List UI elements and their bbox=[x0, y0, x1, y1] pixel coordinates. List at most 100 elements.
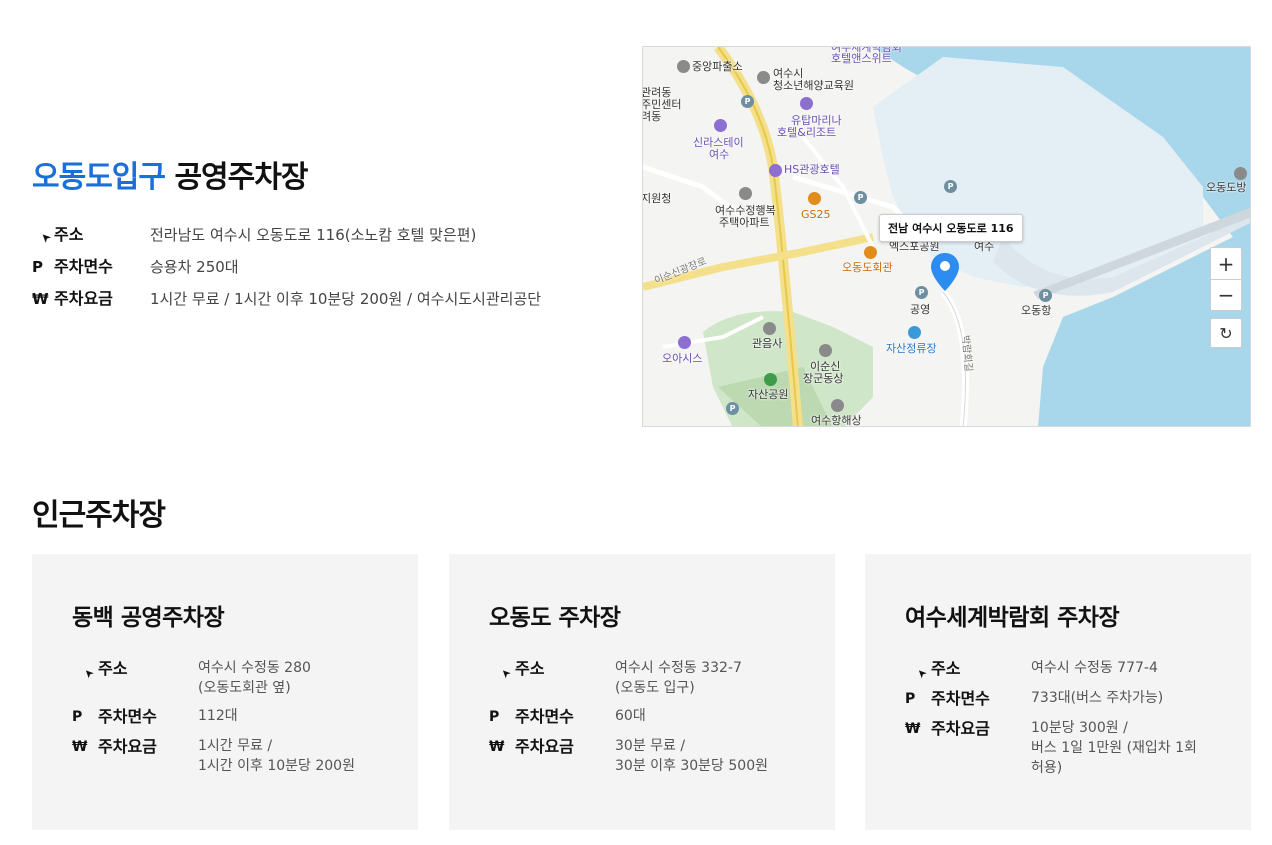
card-title: 여수세계박람회 주차장 bbox=[905, 605, 1120, 631]
info-value: 1시간 무료 / 1시간 이후 10분당 200원 / 여수시도시관리공단 bbox=[150, 290, 542, 308]
building-icon bbox=[757, 71, 770, 84]
info-row-capacity: P 주차면수 승용차 250대 bbox=[32, 256, 541, 288]
page-title-rest: 공영주차장 bbox=[174, 160, 308, 195]
card-label: 주차면수 bbox=[931, 689, 990, 708]
navigation-arrow-icon: ➤ bbox=[37, 229, 55, 247]
card-label: 주차면수 bbox=[515, 707, 574, 726]
card-row-capacity: P 주차면수 112대 bbox=[72, 706, 378, 728]
card-value: 733대(버스 주차가능) bbox=[1031, 690, 1164, 706]
office-poi-icon bbox=[831, 399, 844, 412]
parking-poi-icon: P bbox=[1039, 289, 1052, 302]
reset-map-button[interactable]: ↻ bbox=[1210, 318, 1242, 348]
map-label: 중앙파출소 bbox=[692, 60, 743, 73]
won-icon: ₩ bbox=[489, 739, 505, 755]
nearby-card: 동백 공영주차장 ➤ 주소 여수시 수정동 280 (오동도회관 옆) P 주차… bbox=[32, 554, 418, 830]
map-label: 오동도회관 bbox=[842, 261, 893, 274]
card-label: 주소 bbox=[515, 659, 545, 678]
card-label: 주차요금 bbox=[98, 737, 157, 756]
card-label: 주차면수 bbox=[98, 707, 157, 726]
card-value: 1시간 무료 / 1시간 이후 10분당 200원 bbox=[198, 738, 355, 774]
card-row-address: ➤ 주소 여수시 수정동 280 (오동도회관 옆) bbox=[72, 658, 378, 698]
parking-poi-icon: P bbox=[741, 95, 754, 108]
card-row-address: ➤ 주소 여수시 수정동 332-7 (오동도 입구) bbox=[489, 658, 795, 698]
info-label: 주차면수 bbox=[54, 257, 113, 276]
map-label: 여수항해상 bbox=[811, 414, 862, 427]
won-icon: ₩ bbox=[905, 721, 921, 737]
parking-poi-icon: P bbox=[915, 286, 928, 299]
bus-stop-icon bbox=[1234, 167, 1247, 180]
info-row-fee: ₩ 주차요금 1시간 무료 / 1시간 이후 10분당 200원 / 여수시도시… bbox=[32, 288, 541, 320]
won-icon: ₩ bbox=[32, 290, 49, 308]
card-title: 동백 공영주차장 bbox=[72, 605, 225, 631]
card-value: 여수시 수정동 280 (오동도회관 옆) bbox=[198, 660, 311, 696]
location-pin-icon[interactable] bbox=[931, 253, 959, 293]
map-label: 공영 bbox=[910, 303, 931, 316]
parking-poi-icon: P bbox=[726, 402, 739, 415]
card-title: 오동도 주차장 bbox=[489, 605, 621, 631]
card-row-fee: ₩ 주차요금 10분당 300원 / 버스 1일 1만원 (재입차 1회 허용) bbox=[905, 718, 1211, 778]
navigation-arrow-icon: ➤ bbox=[914, 665, 930, 681]
map-label: 여수 bbox=[709, 148, 730, 161]
hotel-poi-icon bbox=[678, 336, 691, 349]
card-row-capacity: P 주차면수 733대(버스 주차가능) bbox=[905, 688, 1211, 710]
card-label: 주차요금 bbox=[515, 737, 574, 756]
parking-icon: P bbox=[489, 709, 500, 725]
info-label: 주소 bbox=[54, 225, 84, 244]
police-icon bbox=[677, 60, 690, 73]
park-poi-icon bbox=[764, 373, 777, 386]
map-label: 호텔앤스위트 bbox=[831, 52, 892, 65]
card-row-fee: ₩ 주차요금 30분 무료 / 30분 이후 30분당 500원 bbox=[489, 736, 795, 776]
map-label: 장군동상 bbox=[803, 372, 844, 385]
hotel-poi-icon bbox=[714, 119, 727, 132]
nearby-card: 여수세계박람회 주차장 ➤ 주소 여수시 수정동 777-4 P 주차면수 73… bbox=[865, 554, 1251, 830]
info-value: 승용차 250대 bbox=[150, 258, 239, 276]
parking-poi-icon: P bbox=[944, 180, 957, 193]
page-title: 오동도입구 공영주차장 bbox=[32, 152, 308, 196]
nearby-card: 오동도 주차장 ➤ 주소 여수시 수정동 332-7 (오동도 입구) P 주차… bbox=[449, 554, 835, 830]
card-label: 주차요금 bbox=[931, 719, 990, 738]
section-title: 인근주차장 bbox=[32, 498, 166, 533]
map-label: 청소년해양교육원 bbox=[773, 79, 854, 92]
card-value: 60대 bbox=[615, 708, 646, 724]
monument-poi-icon bbox=[819, 344, 832, 357]
card-label: 주소 bbox=[931, 659, 961, 678]
won-icon: ₩ bbox=[72, 739, 88, 755]
hotel-poi-icon bbox=[800, 97, 813, 110]
page-title-accent: 오동도입구 bbox=[32, 160, 166, 195]
parking-icon: P bbox=[32, 258, 43, 276]
card-row-capacity: P 주차면수 60대 bbox=[489, 706, 795, 728]
card-label: 주소 bbox=[98, 659, 128, 678]
card-row-fee: ₩ 주차요금 1시간 무료 / 1시간 이후 10분당 200원 bbox=[72, 736, 378, 776]
zoom-in-button[interactable]: + bbox=[1210, 247, 1242, 279]
map-label: 자산공원 bbox=[748, 388, 789, 401]
card-value: 여수시 수정동 332-7 (오동도 입구) bbox=[615, 660, 742, 696]
map-label: 주택아파트 bbox=[719, 216, 770, 229]
parking-icon: P bbox=[905, 691, 916, 707]
apartment-poi-icon bbox=[739, 187, 752, 200]
parking-info-list: ➤ 주소 전라남도 여수시 오동도로 116(소노캄 호텔 맞은편) P 주차면… bbox=[32, 224, 541, 320]
parking-poi-icon: P bbox=[854, 191, 867, 204]
card-row-address: ➤ 주소 여수시 수정동 777-4 bbox=[905, 658, 1211, 681]
map-label: 오동항 bbox=[1021, 304, 1052, 317]
map-label: 지원청 bbox=[642, 192, 672, 205]
map-label: HS관광호텔 bbox=[784, 163, 840, 176]
info-label: 주차요금 bbox=[54, 289, 113, 308]
hotel-poi-icon bbox=[769, 164, 782, 177]
navigation-arrow-icon: ➤ bbox=[81, 665, 97, 681]
zoom-out-button[interactable]: − bbox=[1210, 279, 1242, 311]
card-value: 여수시 수정동 777-4 bbox=[1031, 660, 1158, 676]
map-view[interactable]: 여수세계박람회 호텔앤스위트 중앙파출소 여수시 청소년해양교육원 관려동 주민… bbox=[642, 46, 1251, 427]
address-tooltip: 전남 여수시 오동도로 116 bbox=[879, 214, 1023, 242]
parking-icon: P bbox=[72, 709, 83, 725]
convenience-store-icon bbox=[808, 192, 821, 205]
map-label: 호텔&리조트 bbox=[777, 126, 837, 139]
map-label: 자산정류장 bbox=[886, 342, 937, 355]
map-label: 오아시스 bbox=[662, 352, 703, 365]
restaurant-poi-icon bbox=[864, 246, 877, 259]
map-label: 오동도방 bbox=[1206, 181, 1247, 194]
card-value: 30분 무료 / 30분 이후 30분당 500원 bbox=[615, 738, 768, 774]
navigation-arrow-icon: ➤ bbox=[498, 665, 514, 681]
map-label: 관음사 bbox=[752, 337, 783, 350]
map-label: GS25 bbox=[801, 208, 831, 221]
bus-stop-icon bbox=[908, 326, 921, 339]
